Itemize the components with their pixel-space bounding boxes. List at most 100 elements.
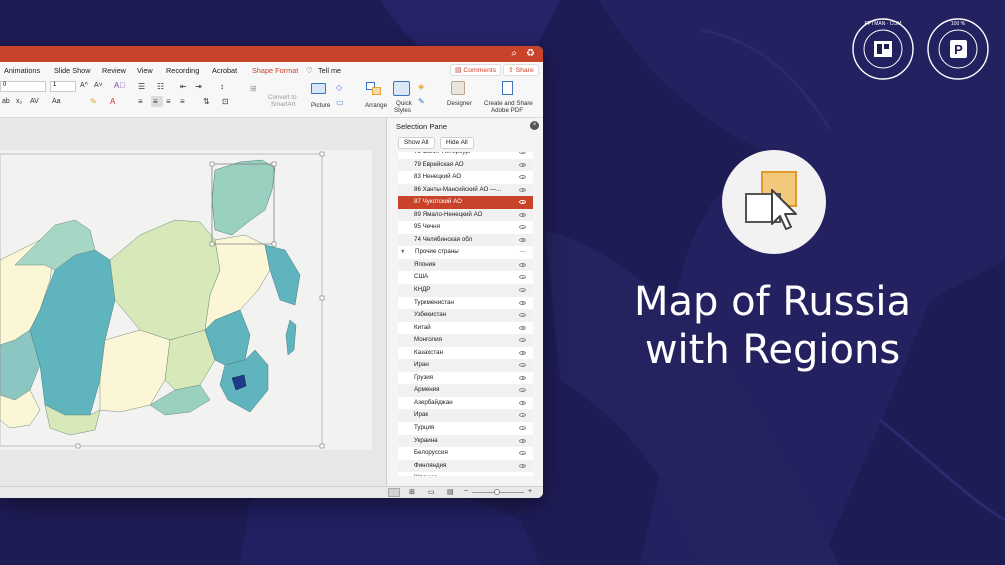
eye-icon[interactable] bbox=[519, 451, 526, 456]
eye-icon[interactable] bbox=[519, 426, 526, 431]
arrange-icon[interactable] bbox=[366, 82, 382, 96]
comments-button[interactable]: ▤ Comments bbox=[450, 64, 502, 76]
shrink-font-icon[interactable]: A˅ bbox=[94, 82, 103, 89]
list-item[interactable]: 74 Челябинская обл bbox=[398, 233, 533, 247]
list-item[interactable]: Китай bbox=[398, 322, 533, 335]
pdf-icon[interactable] bbox=[502, 81, 513, 95]
selection-list[interactable]: 78 Санкт-Петербург 79 Еврейская АО 83 Нене… bbox=[398, 152, 533, 476]
tell-me-search[interactable]: Tell me bbox=[318, 66, 341, 75]
shapes-icon[interactable]: ◇ bbox=[336, 83, 342, 92]
collapse-icon[interactable]: — bbox=[520, 246, 526, 259]
tab-slide-show[interactable]: Slide Show bbox=[54, 66, 91, 75]
list-group-header[interactable]: ▼ Прочие страны — bbox=[398, 246, 533, 259]
share-button[interactable]: ⇪ Share bbox=[503, 64, 539, 76]
font-size-dropdown[interactable]: 1 bbox=[50, 81, 76, 92]
list-item[interactable]: США bbox=[398, 271, 533, 284]
collaborate-icon[interactable]: ♻ bbox=[526, 48, 535, 59]
char-spacing-icon[interactable]: AV bbox=[30, 98, 39, 105]
eye-icon[interactable] bbox=[519, 200, 526, 205]
eye-icon[interactable] bbox=[519, 325, 526, 330]
indent-icon[interactable]: ⇤ bbox=[180, 82, 187, 91]
eye-icon[interactable] bbox=[519, 175, 526, 180]
list-item[interactable]: КНДР bbox=[398, 284, 533, 297]
list-item[interactable]: Армения bbox=[398, 384, 533, 397]
subscript-icon[interactable]: x₂ bbox=[16, 98, 22, 105]
list-item[interactable]: Турция bbox=[398, 422, 533, 435]
eye-icon[interactable] bbox=[519, 350, 526, 355]
eye-icon[interactable] bbox=[519, 187, 526, 192]
russia-map[interactable] bbox=[0, 150, 372, 450]
eye-icon[interactable] bbox=[519, 400, 526, 405]
designer-icon[interactable] bbox=[451, 81, 465, 95]
eye-icon[interactable] bbox=[519, 388, 526, 393]
tab-acrobat[interactable]: Acrobat bbox=[212, 66, 237, 75]
change-case-icon[interactable]: Aa bbox=[52, 98, 61, 105]
line-spacing-icon[interactable]: ↕ bbox=[220, 82, 224, 91]
eye-icon[interactable] bbox=[519, 288, 526, 293]
align-right-icon[interactable]: ≡ bbox=[166, 97, 171, 106]
bullets-icon[interactable]: ☰ bbox=[138, 82, 145, 91]
list-item[interactable]: Грузия bbox=[398, 372, 533, 385]
slideshow-icon[interactable]: ▤ bbox=[447, 488, 454, 496]
eye-icon[interactable] bbox=[519, 313, 526, 318]
eye-icon[interactable] bbox=[519, 212, 526, 217]
eye-icon[interactable] bbox=[519, 413, 526, 418]
eye-icon[interactable] bbox=[519, 275, 526, 280]
eye-icon[interactable] bbox=[519, 463, 526, 468]
grow-font-icon[interactable]: A^ bbox=[80, 82, 88, 89]
list-item[interactable]: Финляндия bbox=[398, 459, 533, 473]
strikethrough-icon[interactable]: ab bbox=[2, 98, 10, 105]
eye-icon[interactable] bbox=[519, 300, 526, 305]
zoom-in-icon[interactable]: + bbox=[528, 488, 532, 495]
list-item[interactable]: 87 Чукотский АО bbox=[398, 196, 533, 209]
picture-icon[interactable] bbox=[311, 83, 326, 94]
slide-canvas[interactable] bbox=[0, 118, 386, 486]
quick-styles-icon[interactable] bbox=[393, 81, 410, 96]
list-item[interactable]: Украина bbox=[398, 434, 533, 448]
chevron-down-icon[interactable]: ▼ bbox=[400, 246, 405, 259]
clear-format-icon[interactable]: A⃫ bbox=[114, 81, 125, 90]
align-text-icon[interactable]: ⊡ bbox=[222, 97, 229, 106]
tab-view[interactable]: View bbox=[137, 66, 153, 75]
highlight-icon[interactable]: ✎ bbox=[90, 97, 97, 106]
numbering-icon[interactable]: ☷ bbox=[157, 82, 164, 91]
eye-icon[interactable] bbox=[519, 262, 526, 267]
list-item[interactable]: Ирак bbox=[398, 409, 533, 423]
eye-icon[interactable] bbox=[519, 152, 526, 154]
outdent-icon[interactable]: ⇥ bbox=[195, 82, 202, 91]
list-item[interactable]: 79 Еврейская АО bbox=[398, 158, 533, 172]
close-icon[interactable]: × bbox=[530, 121, 539, 130]
hide-all-button[interactable]: Hide All bbox=[440, 137, 474, 149]
font-color-icon[interactable]: A bbox=[110, 97, 115, 106]
text-direction-icon[interactable]: ⇅ bbox=[203, 97, 210, 106]
eye-icon[interactable] bbox=[519, 363, 526, 368]
list-item[interactable]: Туркменистан bbox=[398, 297, 533, 310]
tab-animations[interactable]: Animations bbox=[4, 66, 40, 75]
list-item[interactable]: Иран bbox=[398, 359, 533, 372]
textbox-icon[interactable]: ▭ bbox=[336, 98, 344, 107]
slide[interactable] bbox=[0, 150, 372, 450]
show-all-button[interactable]: Show All bbox=[398, 137, 435, 149]
slide-sorter-icon[interactable]: ⊞ bbox=[409, 488, 415, 496]
search-icon[interactable]: ⌕ bbox=[511, 48, 517, 59]
list-item[interactable]: Монголия bbox=[398, 334, 533, 347]
tab-recording[interactable]: Recording bbox=[166, 66, 199, 75]
font-size-field[interactable]: 0 bbox=[0, 81, 46, 92]
tab-review[interactable]: Review bbox=[102, 66, 126, 75]
list-item[interactable]: Азербайджан bbox=[398, 397, 533, 410]
list-item[interactable]: Узбекистан bbox=[398, 309, 533, 322]
list-item[interactable]: 89 Ямало-Ненецкий АО bbox=[398, 208, 533, 222]
list-item[interactable]: Япония bbox=[398, 258, 533, 272]
eye-icon[interactable] bbox=[519, 375, 526, 380]
list-item[interactable]: 83 Ненецкий АО bbox=[398, 171, 533, 184]
normal-view-icon[interactable] bbox=[388, 488, 400, 497]
reading-view-icon[interactable]: ▭ bbox=[428, 488, 435, 496]
list-item[interactable]: 86 Ханты-Мансийский АО —... bbox=[398, 183, 533, 197]
justify-icon[interactable]: ≡ bbox=[180, 97, 185, 106]
list-item[interactable]: Белоруссия bbox=[398, 447, 533, 460]
eye-icon[interactable] bbox=[519, 237, 526, 242]
list-item[interactable]: Швеция bbox=[398, 472, 533, 476]
eye-icon[interactable] bbox=[519, 225, 526, 230]
list-item[interactable]: 95 Чечня bbox=[398, 221, 533, 234]
tab-shape-format[interactable]: Shape Format bbox=[252, 66, 298, 75]
